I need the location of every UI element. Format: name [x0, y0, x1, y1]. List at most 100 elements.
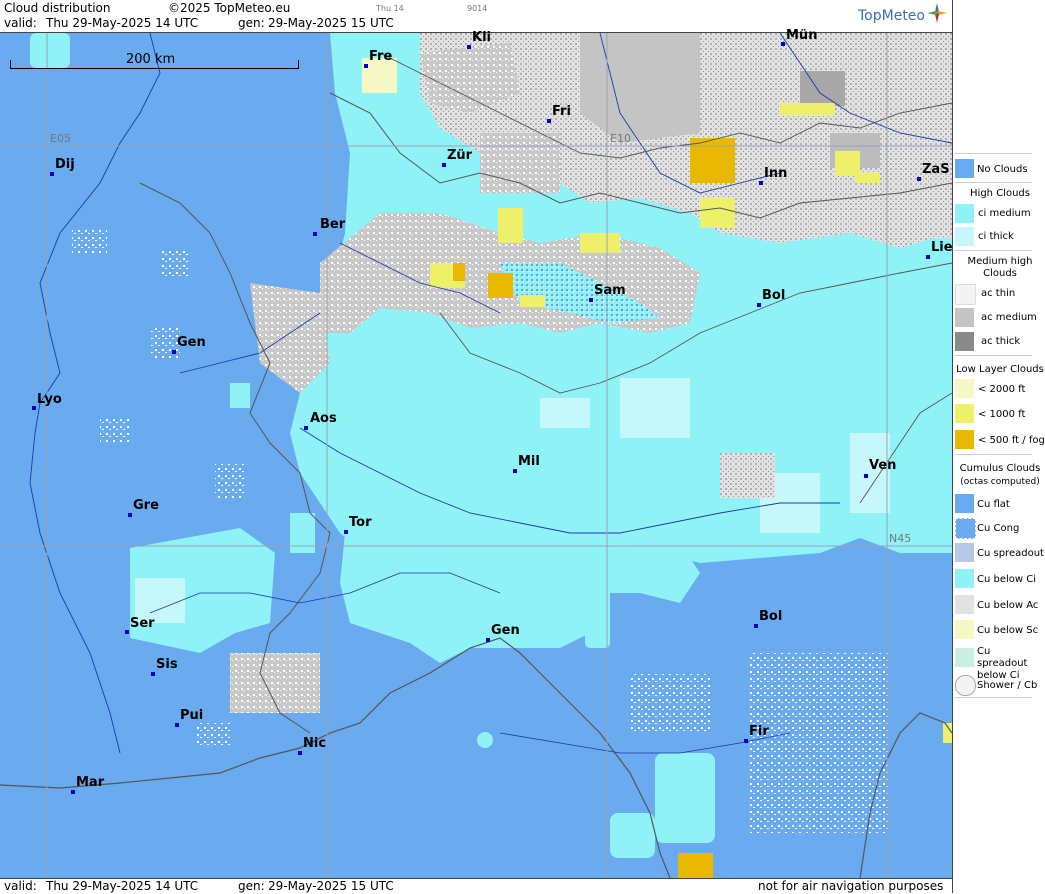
city-marker — [50, 172, 54, 176]
city-label: Gre — [133, 498, 159, 513]
legend-swatch-cu-below-sc — [955, 620, 974, 639]
map-footer: valid: Thu 29-May-2025 14 UTC gen: 29-Ma… — [0, 878, 953, 894]
city-marker — [926, 255, 930, 259]
city-marker — [128, 513, 132, 517]
city-marker — [744, 739, 748, 743]
legend-low-2000: < 2000 ft — [978, 384, 1026, 395]
grid-label-e05: E05 — [50, 132, 71, 145]
legend-cu-flat: Cu flat — [977, 499, 1010, 510]
city-label: Fir — [749, 724, 769, 739]
city-marker — [864, 474, 868, 478]
city-marker — [175, 723, 179, 727]
legend-swatch-shower-cb — [955, 675, 976, 696]
gen-time: 29-May-2025 15 UTC — [268, 16, 394, 30]
city-marker — [71, 790, 75, 794]
legend-swatch-cu-flat — [955, 494, 974, 513]
legend-low-1000: < 1000 ft — [978, 409, 1026, 420]
legend-swatch-cu-cong — [955, 518, 976, 539]
gen-label: gen: — [238, 16, 265, 30]
city-marker — [589, 298, 593, 302]
city-label: Lie — [931, 240, 953, 255]
valid-time: Thu 29-May-2025 14 UTC — [46, 16, 199, 30]
city-label: Bol — [762, 288, 786, 303]
city-marker — [759, 181, 763, 185]
city-label: Zür — [447, 148, 473, 163]
legend-separator — [955, 153, 1032, 154]
city-marker — [298, 751, 302, 755]
cloud-map[interactable] — [0, 33, 952, 878]
city-marker — [32, 406, 36, 410]
city-marker — [442, 163, 446, 167]
city-marker — [781, 42, 785, 46]
city-marker — [304, 426, 308, 430]
city-label: Gen — [177, 335, 206, 350]
legend-swatch-cu-below-ci — [955, 569, 974, 588]
legend-cu-subtitle: (octas computed) — [960, 477, 1040, 487]
legend-low-title: Low Layer Clouds — [956, 364, 1044, 375]
legend-swatch-ac-medium — [955, 308, 974, 327]
city-marker — [486, 638, 490, 642]
city-marker — [754, 624, 758, 628]
legend-cu-cong: Cu Cong — [977, 523, 1020, 534]
legend-swatch-low-2000 — [955, 379, 974, 398]
legend-shower-cb: Shower / Cb — [977, 680, 1038, 691]
city-marker — [917, 177, 921, 181]
city-label: Lyo — [37, 392, 62, 407]
city-marker — [125, 630, 129, 634]
disclaimer: not for air navigation purposes — [758, 879, 944, 893]
legend-high-title: High Clouds — [970, 188, 1030, 199]
grid-label-n45: N45 — [889, 532, 912, 545]
map-title: Cloud distribution — [4, 1, 111, 15]
legend-cu-below-ci: Cu below Ci — [977, 574, 1037, 585]
city-marker — [364, 64, 368, 68]
city-label: Pui — [180, 708, 204, 723]
footer-gen-time: 29-May-2025 15 UTC — [268, 879, 394, 893]
legend-swatch-ci-medium — [955, 204, 974, 223]
topmeteo-logo-text: TopMeteo — [858, 8, 925, 24]
city-label: Ser — [130, 616, 155, 631]
legend-swatch-ac-thick — [955, 332, 974, 351]
footer-gen-label: gen: — [238, 879, 265, 893]
legend-swatch-cu-below-ac — [955, 595, 974, 614]
legend-ci-medium: ci medium — [978, 208, 1031, 219]
legend-separator — [955, 454, 1032, 455]
city-label: Nic — [303, 736, 327, 751]
legend-separator — [955, 250, 1032, 251]
city-label: Gen — [491, 623, 520, 638]
city-label: Aos — [310, 411, 337, 426]
footer-valid-label: valid: — [4, 879, 37, 893]
city-marker — [344, 530, 348, 534]
legend-separator — [955, 355, 1032, 356]
legend-cu-spreadout-below-ci: Cu spreadout below Ci — [977, 646, 1028, 681]
city-label: Tor — [349, 515, 372, 530]
valid-label: valid: — [4, 16, 37, 30]
legend-swatch-low-500 — [955, 430, 974, 449]
legend-swatch-ac-thin — [955, 284, 976, 305]
city-marker — [467, 45, 471, 49]
map-canvas — [0, 33, 952, 878]
city-label: Mar — [76, 775, 105, 790]
compass-logo-icon — [927, 3, 947, 23]
city-marker — [172, 350, 176, 354]
legend-separator — [955, 182, 1032, 183]
scale-label: 200 km — [126, 52, 176, 67]
legend-ac-thin: ac thin — [981, 288, 1016, 299]
city-label: Mün — [786, 28, 818, 43]
legend-swatch-low-1000 — [955, 404, 974, 423]
legend-low-500: < 500 ft / fog — [978, 435, 1045, 446]
legend-no-clouds: No Clouds — [977, 164, 1028, 175]
city-label: Bol — [759, 609, 783, 624]
city-marker — [313, 232, 317, 236]
footer-valid-time: Thu 29-May-2025 14 UTC — [46, 879, 199, 893]
grid-label-e10: E10 — [610, 132, 631, 145]
legend-ac-medium: ac medium — [981, 312, 1037, 323]
legend-ac-thick: ac thick — [981, 336, 1021, 347]
legend-swatch-ci-thick — [955, 227, 974, 246]
city-label: Sam — [594, 283, 626, 298]
city-label: Fre — [369, 49, 393, 64]
legend-cu-below-ac: Cu below Ac — [977, 600, 1039, 611]
legend-swatch-no-clouds — [955, 159, 974, 178]
forecast-code: 9014 — [467, 4, 488, 13]
city-label: Fri — [552, 104, 571, 119]
legend-ci-thick: ci thick — [978, 231, 1014, 242]
